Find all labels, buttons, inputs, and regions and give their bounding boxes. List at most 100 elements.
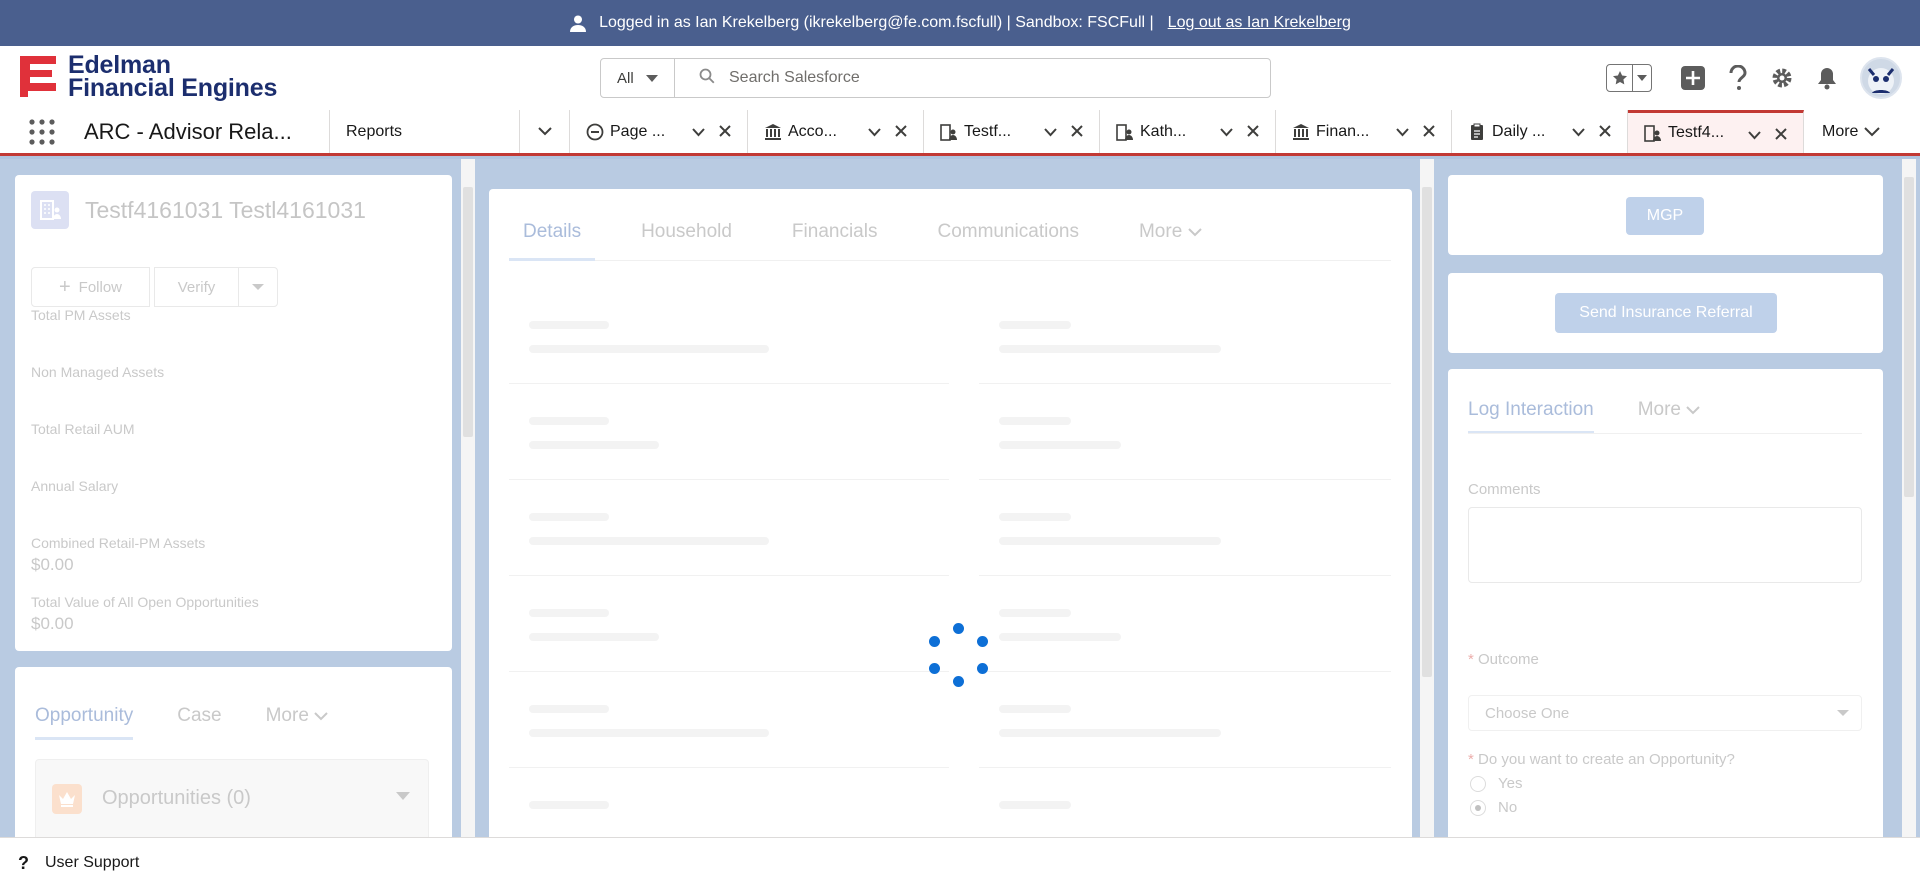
tab-details[interactable]: Details (509, 221, 596, 261)
tab-more[interactable]: More (1125, 221, 1216, 261)
close-icon[interactable] (1775, 127, 1787, 145)
non-managed-assets-label: Non Managed Assets (31, 364, 165, 380)
logo-mark-icon (20, 56, 56, 97)
tab-kath[interactable]: Kath... (1100, 110, 1276, 153)
star-icon[interactable] (1607, 65, 1633, 91)
chevron-down-icon[interactable] (1396, 124, 1409, 142)
right-scrollbar[interactable] (1902, 159, 1916, 837)
person-account-record-icon (31, 191, 69, 229)
skeleton-bar (999, 513, 1071, 521)
tab-label: Acco... (788, 122, 837, 140)
skeleton-bar (529, 729, 769, 737)
scroll-thumb[interactable] (463, 187, 473, 437)
close-icon[interactable] (1247, 124, 1259, 142)
bell-icon[interactable] (1816, 66, 1838, 90)
tab-finan[interactable]: Finan... (1276, 110, 1452, 153)
follow-label: Follow (78, 278, 123, 296)
chevron-down-icon[interactable] (868, 124, 881, 142)
global-header: Edelman Financial Engines All (0, 46, 1920, 110)
chevron-down-icon (1187, 228, 1202, 237)
loading-spinner (929, 623, 989, 687)
app-launcher-icon[interactable] (0, 110, 84, 153)
related-more-label: More (265, 705, 309, 726)
tab-communications[interactable]: Communications (923, 221, 1093, 261)
search-input[interactable] (729, 69, 1229, 87)
skeleton-bar (529, 417, 609, 425)
skeleton-divider (509, 767, 949, 768)
chevron-down-icon[interactable] (1220, 124, 1233, 142)
tab-household[interactable]: Household (627, 221, 746, 261)
tab-testf[interactable]: Testf... (924, 110, 1100, 153)
chevron-down-icon[interactable] (1748, 127, 1761, 145)
plus-icon: + (58, 275, 71, 298)
tab-opportunity[interactable]: Opportunity (35, 705, 134, 740)
close-icon[interactable] (1071, 124, 1083, 142)
chevron-down-icon[interactable] (1572, 124, 1585, 142)
favorites-group (1606, 64, 1652, 92)
comments-textarea[interactable] (1468, 507, 1862, 583)
radio-yes[interactable]: Yes (1470, 775, 1522, 792)
radio-button[interactable] (1470, 775, 1486, 792)
tab-daily[interactable]: Daily ... (1452, 110, 1628, 153)
chevron-down-icon[interactable] (1633, 65, 1651, 91)
skeleton-bar (529, 513, 609, 521)
radio-button-selected[interactable] (1470, 799, 1486, 816)
open-opportunities-value: $0.00 (31, 614, 74, 633)
search-scope-dropdown[interactable]: All (601, 59, 675, 97)
mgp-button[interactable]: MGP (1626, 197, 1704, 235)
required-asterisk: * (1468, 651, 1474, 668)
logout-link[interactable]: Log out as Ian Krekelberg (1168, 14, 1351, 32)
chevron-down-icon[interactable] (692, 124, 705, 142)
skeleton-bar (529, 345, 769, 353)
chevron-down-icon[interactable] (1044, 124, 1057, 142)
scroll-thumb[interactable] (1422, 187, 1432, 677)
record-highlights-card: Testf4161031 Testl4161031 + Follow Verif… (15, 175, 452, 651)
outcome-select[interactable]: Choose One (1468, 695, 1862, 731)
skeleton-bar (999, 345, 1221, 353)
nav-more-menu[interactable]: More (1804, 110, 1881, 153)
skeleton-divider (509, 575, 949, 576)
skeleton-bar (529, 801, 609, 809)
tab-more[interactable]: More (266, 705, 329, 740)
avatar[interactable] (1860, 57, 1902, 99)
tab-page[interactable]: Page ... (570, 110, 748, 153)
global-search: All (600, 58, 1271, 98)
add-icon[interactable] (1680, 65, 1706, 91)
skeleton-bar (999, 441, 1121, 449)
tab-case[interactable]: Case (177, 705, 221, 740)
close-icon[interactable] (895, 124, 907, 142)
gear-icon[interactable] (1770, 66, 1794, 90)
radio-no[interactable]: No (1470, 799, 1517, 816)
close-icon[interactable] (719, 124, 731, 142)
tab-label: Daily ... (1492, 122, 1546, 140)
help-icon[interactable] (1728, 65, 1748, 91)
caret-down-icon (645, 74, 658, 82)
spinner-dot (929, 663, 940, 674)
left-scrollbar[interactable] (461, 159, 475, 837)
nav-more-label: More (1822, 122, 1859, 140)
close-icon[interactable] (1599, 124, 1611, 142)
send-insurance-referral-button[interactable]: Send Insurance Referral (1555, 293, 1777, 333)
reports-chevron-down-icon[interactable] (520, 110, 570, 153)
close-icon[interactable] (1423, 124, 1435, 142)
follow-button[interactable]: + Follow (31, 267, 150, 307)
center-scrollbar[interactable] (1420, 159, 1434, 837)
tab-log-interaction[interactable]: Log Interaction (1468, 399, 1594, 434)
actions-dropdown-button[interactable] (238, 267, 278, 307)
opportunity-question-label: Do you want to create an Opportunity? (1478, 751, 1735, 768)
caret-down-icon[interactable] (396, 788, 410, 806)
tab-account[interactable]: Acco... (748, 110, 924, 153)
skeleton-bar (999, 801, 1071, 809)
opportunities-title: Opportunities (0) (102, 787, 251, 809)
verify-button[interactable]: Verify (154, 267, 239, 307)
bank-icon (764, 123, 782, 141)
tab-financials[interactable]: Financials (778, 221, 892, 261)
company-logo[interactable]: Edelman Financial Engines (18, 53, 277, 101)
tab-testf4-active[interactable]: Testf4... (1628, 110, 1804, 153)
nav-reports-label: Reports (346, 122, 403, 140)
tab-more[interactable]: More (1638, 399, 1701, 434)
user-support-link[interactable]: User Support (45, 854, 139, 872)
mgp-card: MGP (1448, 175, 1883, 255)
nav-item-reports[interactable]: Reports (330, 110, 520, 153)
scroll-thumb[interactable] (1904, 177, 1914, 497)
